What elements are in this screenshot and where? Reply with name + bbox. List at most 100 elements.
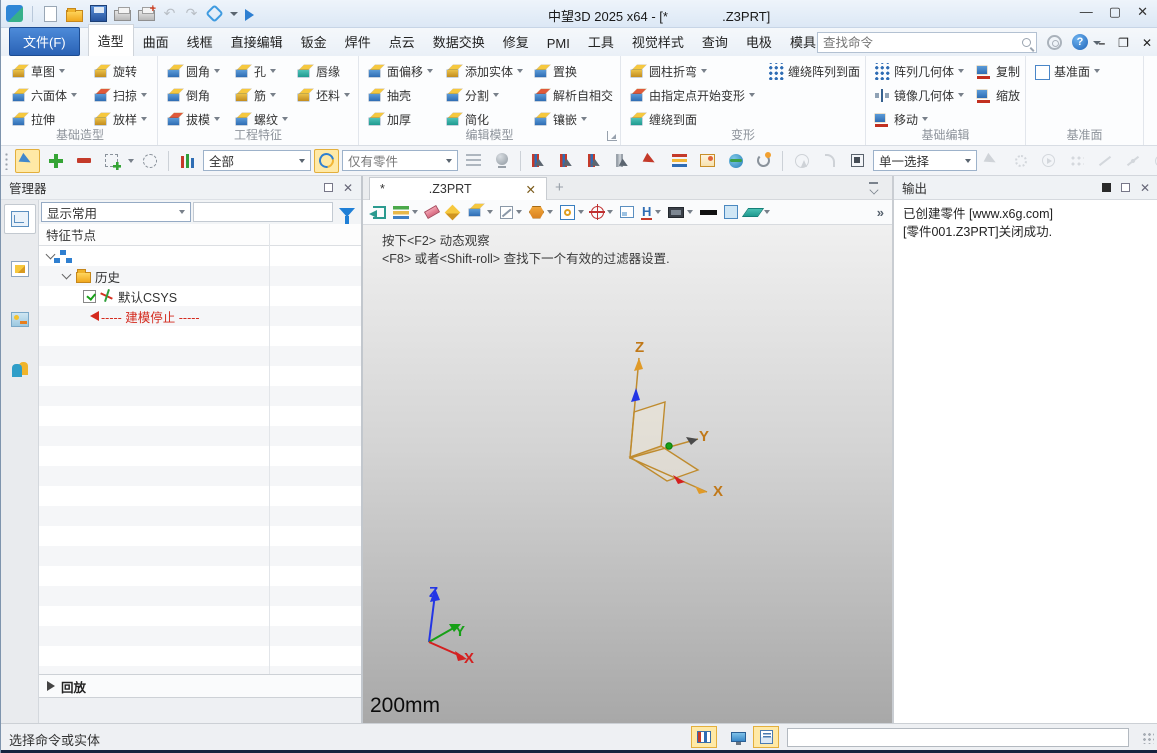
- print-batch-icon[interactable]: [138, 10, 155, 21]
- part-scope-sync-button[interactable]: [314, 149, 339, 173]
- ribbon-btn-cylindrical-bend[interactable]: 圆柱折弯: [625, 59, 764, 83]
- doc-info-toggle-button[interactable]: [753, 726, 779, 748]
- tree-model-stop-row[interactable]: ----- 建模停止 -----: [39, 306, 361, 326]
- file-menu-button[interactable]: 文件(F): [9, 27, 80, 56]
- tree-column-divider[interactable]: [269, 224, 270, 674]
- layer-list-button[interactable]: [667, 149, 692, 173]
- new-tab-button[interactable]: +: [555, 179, 564, 196]
- command-search-input[interactable]: [823, 36, 1018, 50]
- tab-surface[interactable]: 曲面: [134, 26, 178, 56]
- tab-point-cloud[interactable]: 点云: [380, 26, 424, 56]
- display-toggle-button[interactable]: [725, 726, 751, 748]
- ribbon-btn-stock[interactable]: 坯料: [292, 83, 353, 107]
- tree-csys-row[interactable]: 默认CSYS: [39, 286, 361, 306]
- box-select-dropdown[interactable]: [128, 159, 134, 163]
- ribbon-btn-hole[interactable]: 孔: [230, 59, 292, 83]
- command-search-box[interactable]: [817, 32, 1037, 53]
- tab-direct-edit[interactable]: 直接编辑: [222, 26, 292, 56]
- image-capture-button[interactable]: [695, 149, 720, 173]
- output-log[interactable]: 已创建零件 [www.x6g.com] [零件001.Z3PRT]关闭成功.: [894, 200, 1157, 723]
- inner-box-button[interactable]: [845, 149, 870, 173]
- ribbon-btn-pattern-geometry[interactable]: 阵列几何体: [870, 59, 972, 83]
- pick-filter-button[interactable]: [15, 149, 40, 173]
- pick-from-list-button[interactable]: [461, 149, 486, 173]
- filter-funnel-icon[interactable]: [339, 208, 355, 217]
- tab-wireframe[interactable]: 线框: [178, 26, 222, 56]
- help-icon[interactable]: ?: [1072, 34, 1088, 50]
- highlight-button[interactable]: [560, 205, 584, 220]
- output-close-button[interactable]: ✕: [1140, 183, 1150, 193]
- replay-section[interactable]: 回放: [39, 674, 361, 698]
- csys-checkbox[interactable]: [83, 290, 96, 303]
- save-icon[interactable]: [90, 5, 107, 22]
- dialog-launcher-icon[interactable]: [607, 131, 617, 141]
- doc-restore-button[interactable]: ❐: [1118, 36, 1129, 50]
- section-view-button[interactable]: [529, 206, 553, 219]
- ribbon-btn-sketch[interactable]: 草图: [7, 59, 89, 83]
- entity-filter-button[interactable]: [175, 149, 200, 173]
- tree-search-input[interactable]: [193, 202, 333, 222]
- ribbon-btn-deform-from-point[interactable]: 由指定点开始变形: [625, 83, 764, 107]
- print-icon[interactable]: [114, 10, 131, 21]
- viewport-toolbar-overflow-icon[interactable]: »: [877, 205, 882, 220]
- window-close-button[interactable]: ✕: [1137, 4, 1148, 20]
- toolbox-toggle-button[interactable]: [691, 726, 717, 748]
- default-csys-datum[interactable]: [599, 338, 749, 513]
- scope-combobox[interactable]: 仅有零件: [342, 150, 458, 171]
- manager-restore-button[interactable]: [324, 183, 333, 192]
- ribbon-btn-mirror-geometry[interactable]: 镜像几何体: [870, 83, 972, 107]
- ribbon-btn-resolve-self-intersection[interactable]: 解析自相交: [529, 83, 616, 107]
- display-mode-button[interactable]: [668, 207, 693, 218]
- output-pin-icon[interactable]: [1102, 183, 1111, 192]
- document-tab[interactable]: * .Z3PRT ✕: [369, 177, 547, 200]
- tab-electrode[interactable]: 电极: [737, 26, 781, 56]
- undo-icon[interactable]: ↶: [162, 5, 177, 22]
- ribbon-btn-datum-plane[interactable]: 基准面: [1030, 59, 1103, 83]
- toolbar-grip[interactable]: [4, 152, 9, 170]
- ribbon-btn-chamfer[interactable]: 倒角: [162, 83, 230, 107]
- tab-tools[interactable]: 工具: [579, 26, 623, 56]
- pick-previous-button[interactable]: [611, 149, 636, 173]
- tab-close-icon[interactable]: ✕: [526, 182, 536, 197]
- status-input-field[interactable]: [787, 728, 1129, 747]
- exit-button[interactable]: [373, 206, 386, 219]
- doc-close-button[interactable]: ✕: [1142, 36, 1152, 50]
- ribbon-btn-sweep[interactable]: 扫掠: [89, 83, 150, 107]
- filter-combobox[interactable]: 全部: [203, 150, 311, 171]
- output-restore-button[interactable]: [1121, 183, 1130, 192]
- open-file-icon[interactable]: [66, 10, 83, 22]
- ribbon-btn-block[interactable]: 六面体: [7, 83, 89, 107]
- tab-repair[interactable]: 修复: [494, 26, 538, 56]
- web-browser-button[interactable]: [723, 149, 748, 173]
- ribbon-btn-replace[interactable]: 置换: [529, 59, 616, 83]
- box-select-button[interactable]: [99, 149, 124, 173]
- visual-manager-tab[interactable]: [4, 304, 36, 334]
- ribbon-btn-face-offset[interactable]: 面偏移: [363, 59, 441, 83]
- history-manager-tab[interactable]: [4, 204, 36, 234]
- chevron-down-icon[interactable]: [62, 270, 72, 280]
- ribbon-btn-rib[interactable]: 筋: [230, 83, 292, 107]
- ribbon-btn-add-shape[interactable]: 添加实体: [441, 59, 529, 83]
- tab-shape[interactable]: 造型: [88, 24, 134, 56]
- tree-history-row[interactable]: 历史: [39, 266, 361, 286]
- pick-last-button[interactable]: [527, 149, 552, 173]
- tab-data-exchange[interactable]: 数据交换: [424, 26, 494, 56]
- redo-icon[interactable]: ↷: [184, 5, 199, 22]
- line-width-button[interactable]: [700, 210, 717, 215]
- zoom-window-button[interactable]: [620, 206, 634, 218]
- display-filter-combobox[interactable]: 显示常用: [41, 202, 191, 222]
- tab-sheet-metal[interactable]: 钣金: [292, 26, 336, 56]
- ribbon-btn-wrap-pattern-to-face[interactable]: 缠绕阵列到面: [764, 59, 863, 83]
- pick-first-button[interactable]: [555, 149, 580, 173]
- ribbon-btn-fillet[interactable]: 圆角: [162, 59, 230, 83]
- settings-gear-icon[interactable]: [1047, 35, 1062, 50]
- new-file-icon[interactable]: [44, 6, 57, 22]
- continue-icon[interactable]: [245, 9, 254, 21]
- ribbon-btn-shell[interactable]: 抽壳: [363, 83, 441, 107]
- erase-button[interactable]: [425, 208, 439, 216]
- pick-all-button[interactable]: [639, 149, 664, 173]
- tab-weldment[interactable]: 焊件: [336, 26, 380, 56]
- role-manager-tab[interactable]: [4, 354, 36, 384]
- remove-from-selection-button[interactable]: [71, 149, 96, 173]
- ribbon-btn-divide[interactable]: 分割: [441, 83, 529, 107]
